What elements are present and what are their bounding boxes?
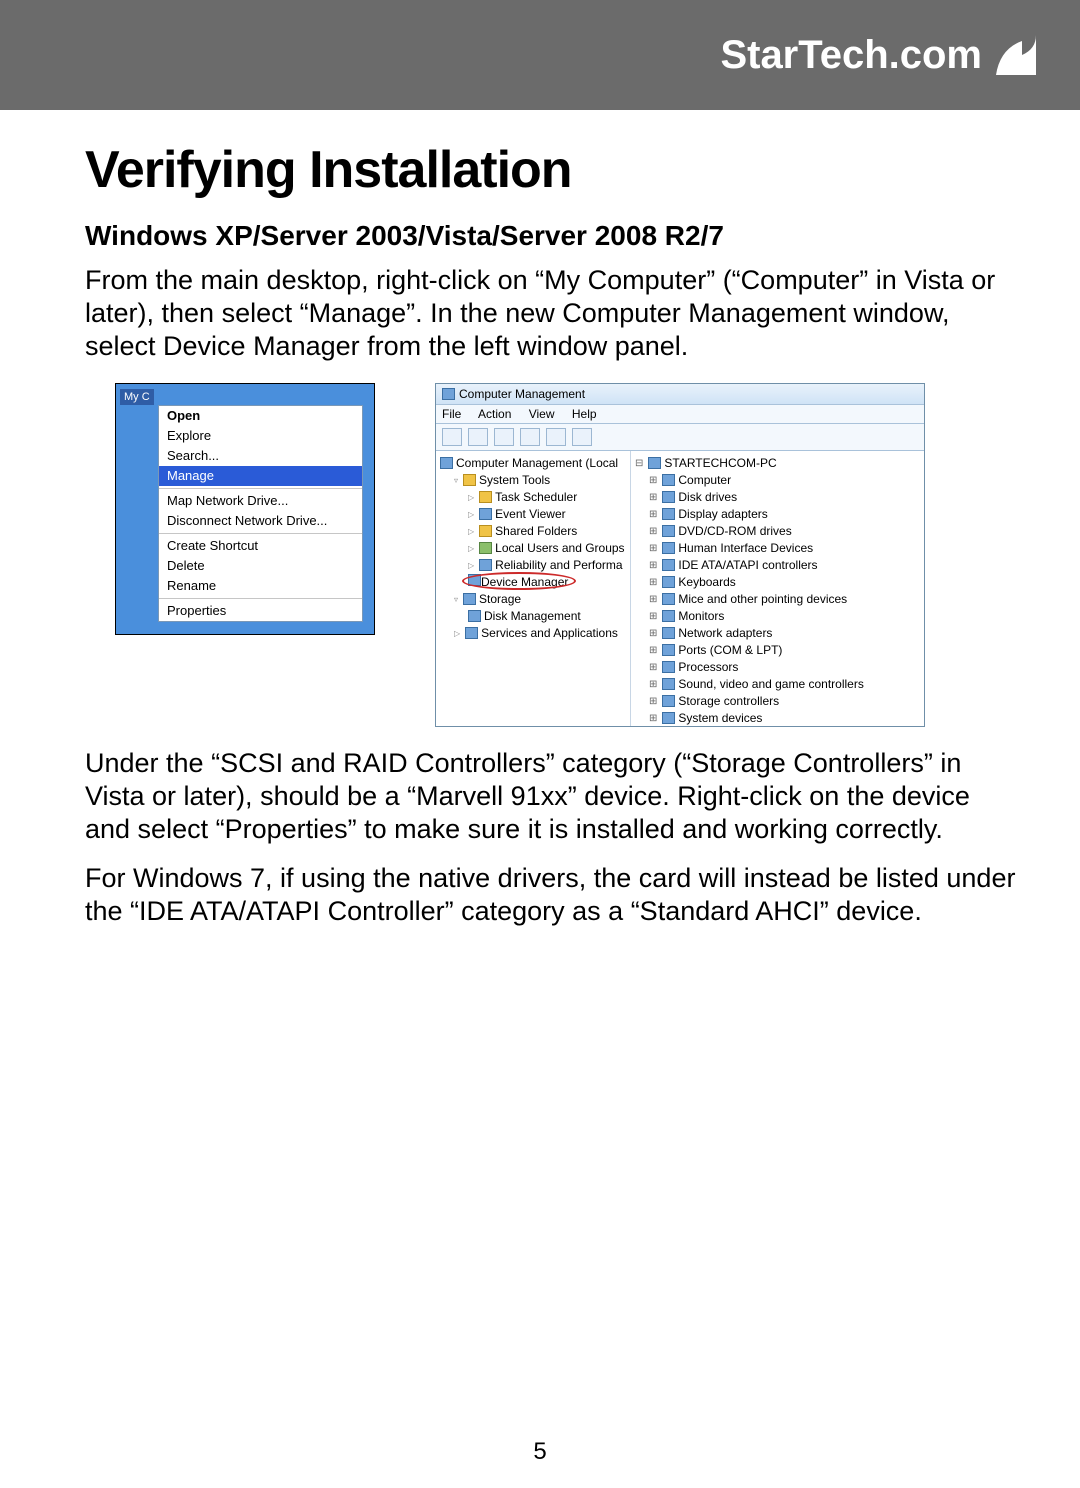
tree-node[interactable]: Task Scheduler	[440, 489, 626, 506]
page-content: Verifying Installation Windows XP/Server…	[0, 110, 1080, 928]
page-title: Verifying Installation	[85, 140, 1020, 200]
context-menu: Open Explore Search... Manage Map Networ…	[158, 405, 363, 622]
paragraph-2: Under the “SCSI and RAID Controllers” ca…	[85, 747, 1020, 846]
context-menu-item[interactable]: Search...	[159, 446, 362, 466]
tree-node[interactable]: Local Users and Groups	[440, 540, 626, 557]
toolbar-properties-button[interactable]	[520, 428, 540, 446]
context-menu-item[interactable]: Rename	[159, 576, 362, 596]
context-menu-item[interactable]: Explore	[159, 426, 362, 446]
tree-node[interactable]: Monitors	[635, 608, 920, 625]
tree-node[interactable]: Keyboards	[635, 574, 920, 591]
toolbar-refresh-button[interactable]	[572, 428, 592, 446]
computer-management-screenshot: Computer Management File Action View Hel…	[435, 383, 925, 727]
left-tree-pane: Computer Management (Local System Tools …	[436, 451, 631, 726]
tree-node[interactable]: System devices	[635, 710, 920, 726]
context-menu-item[interactable]: Open	[159, 406, 362, 426]
toolbar-up-button[interactable]	[494, 428, 514, 446]
tree-node[interactable]: Disk Management	[440, 608, 626, 625]
tree-node[interactable]: Storage controllers	[635, 693, 920, 710]
tree-node[interactable]: IDE ATA/ATAPI controllers	[635, 557, 920, 574]
context-menu-item[interactable]: Delete	[159, 556, 362, 576]
menu-separator	[159, 533, 362, 534]
menu-file[interactable]: File	[442, 407, 461, 421]
tree-node-device-manager[interactable]: Device Manager	[440, 574, 626, 591]
tree-node[interactable]: Processors	[635, 659, 920, 676]
window-menubar: File Action View Help	[436, 405, 924, 424]
tree-node[interactable]: System Tools	[440, 472, 626, 489]
toolbar-help-button[interactable]	[546, 428, 566, 446]
menu-action[interactable]: Action	[478, 407, 511, 421]
section-subtitle: Windows XP/Server 2003/Vista/Server 2008…	[85, 220, 1020, 252]
toolbar-back-button[interactable]	[442, 428, 462, 446]
tree-node[interactable]: Storage	[440, 591, 626, 608]
context-menu-item[interactable]: Disconnect Network Drive...	[159, 511, 362, 531]
tree-node[interactable]: Network adapters	[635, 625, 920, 642]
menu-separator	[159, 598, 362, 599]
window-title: Computer Management	[459, 387, 585, 401]
window-body: Computer Management (Local System Tools …	[436, 451, 924, 726]
brand-icon	[992, 31, 1040, 79]
tree-node[interactable]: Display adapters	[635, 506, 920, 523]
brand-logo: StarTech.com	[720, 31, 1040, 79]
window-toolbar	[436, 424, 924, 451]
page-header: StarTech.com	[0, 0, 1080, 110]
menu-view[interactable]: View	[529, 407, 555, 421]
right-tree-pane: STARTECHCOM-PC Computer Disk drives Disp…	[631, 451, 924, 726]
menu-help[interactable]: Help	[572, 407, 597, 421]
tree-node[interactable]: Human Interface Devices	[635, 540, 920, 557]
tree-node[interactable]: DVD/CD-ROM drives	[635, 523, 920, 540]
paragraph-3: For Windows 7, if using the native drive…	[85, 862, 1020, 928]
context-menu-item[interactable]: Create Shortcut	[159, 536, 362, 556]
context-menu-item[interactable]: Map Network Drive...	[159, 491, 362, 511]
context-menu-screenshot: My C Open Explore Search... Manage Map N…	[115, 383, 375, 635]
brand-text: StarTech.com	[720, 33, 982, 78]
tree-node[interactable]: Mice and other pointing devices	[635, 591, 920, 608]
app-icon	[442, 388, 455, 400]
tree-node[interactable]: Reliability and Performa	[440, 557, 626, 574]
tree-node[interactable]: Services and Applications	[440, 625, 626, 642]
context-menu-item[interactable]: Properties	[159, 601, 362, 621]
tree-node[interactable]: Computer Management (Local	[440, 455, 626, 472]
tree-node[interactable]: Sound, video and game controllers	[635, 676, 920, 693]
tree-node[interactable]: Ports (COM & LPT)	[635, 642, 920, 659]
window-titlebar: Computer Management	[436, 384, 924, 405]
tree-node[interactable]: STARTECHCOM-PC	[635, 455, 920, 472]
context-menu-item-selected[interactable]: Manage	[159, 466, 362, 486]
tree-node[interactable]: Computer	[635, 472, 920, 489]
figure-row: My C Open Explore Search... Manage Map N…	[115, 383, 1020, 727]
menu-separator	[159, 488, 362, 489]
tree-node[interactable]: Shared Folders	[440, 523, 626, 540]
toolbar-forward-button[interactable]	[468, 428, 488, 446]
tree-node[interactable]: Event Viewer	[440, 506, 626, 523]
desktop-icon-label: My C	[120, 389, 154, 405]
paragraph-1: From the main desktop, right-click on “M…	[85, 264, 1020, 363]
tree-node[interactable]: Disk drives	[635, 489, 920, 506]
page-number: 5	[0, 1438, 1080, 1466]
